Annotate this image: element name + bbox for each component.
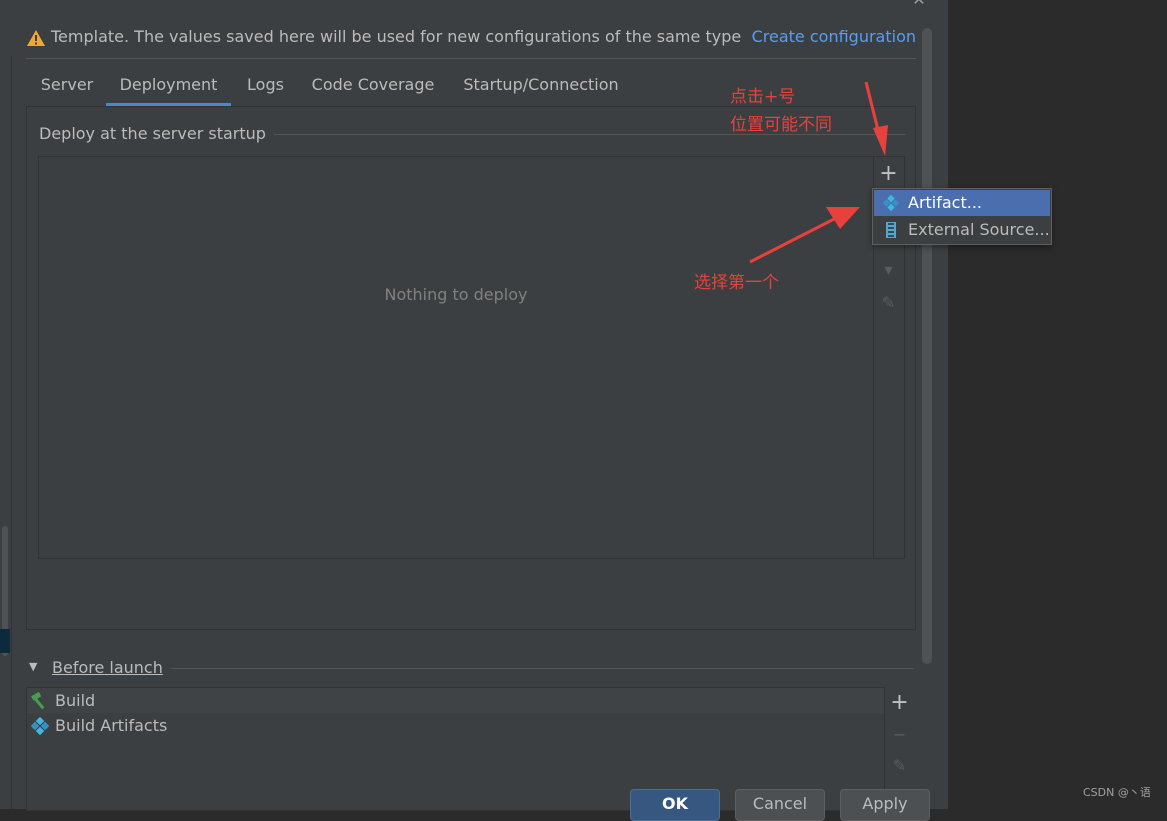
annotation-position-varies: 位置可能不同 (730, 115, 832, 135)
tab-code-coverage[interactable]: Code Coverage (300, 66, 446, 106)
background-area (948, 0, 1167, 809)
tab-server[interactable]: Server (26, 66, 108, 106)
list-item-label: Build Artifacts (55, 716, 168, 735)
create-configuration-link[interactable]: Create configuration (752, 27, 916, 46)
banner-text: Template. The values saved here will be … (51, 27, 742, 46)
move-down-icon[interactable]: ▾ (873, 257, 904, 283)
close-icon[interactable]: ✕ (909, 0, 929, 8)
collapse-arrow-icon[interactable]: ▼ (29, 661, 43, 673)
add-icon[interactable]: + (884, 690, 915, 716)
remove-icon[interactable]: − (884, 722, 915, 748)
tab-deployment[interactable]: Deployment (106, 66, 231, 106)
menu-item-label: Artifact... (908, 193, 983, 212)
configuration-tree-edge (0, 56, 12, 809)
warning-icon (27, 30, 45, 46)
artifact-icon (31, 717, 49, 735)
tree-selected-row[interactable] (0, 629, 10, 653)
menu-item-artifact[interactable]: Artifact... (874, 190, 1050, 216)
list-item-label: Build (55, 691, 96, 710)
ok-button[interactable]: OK (630, 789, 720, 821)
template-banner: Template. The values saved here will be … (26, 26, 916, 59)
apply-button[interactable]: Apply (840, 789, 930, 821)
deploy-group-title: Deploy at the server startup (39, 124, 274, 143)
annotation-choose-first: 选择第一个 (694, 273, 779, 293)
tab-logs[interactable]: Logs (231, 66, 300, 106)
deployment-panel: Deploy at the server startup Nothing to … (26, 106, 916, 630)
hammer-icon (31, 692, 45, 710)
dialog-scrollbar[interactable] (922, 28, 932, 664)
edit-icon[interactable]: ✎ (884, 753, 915, 779)
list-item[interactable]: Build (27, 688, 884, 713)
before-launch-divider (166, 668, 914, 669)
before-launch-title[interactable]: Before launch (52, 658, 171, 677)
tab-startup-connection[interactable]: Startup/Connection (450, 66, 632, 106)
menu-item-label: External Source... (908, 220, 1050, 239)
artifact-icon (883, 195, 899, 211)
edit-icon[interactable]: ✎ (873, 290, 904, 316)
list-item[interactable]: Build Artifacts (27, 713, 884, 738)
cancel-button[interactable]: Cancel (735, 789, 825, 821)
add-popup-menu: Artifact... External Source... (872, 188, 1052, 245)
menu-item-external-source[interactable]: External Source... (874, 217, 1050, 243)
annotation-click-plus: 点击+号 (730, 87, 796, 107)
deploy-list[interactable]: Nothing to deploy (38, 156, 874, 559)
watermark: CSDN @丶语 (1083, 786, 1151, 799)
add-icon[interactable]: + (873, 161, 904, 187)
external-source-icon (886, 222, 896, 238)
